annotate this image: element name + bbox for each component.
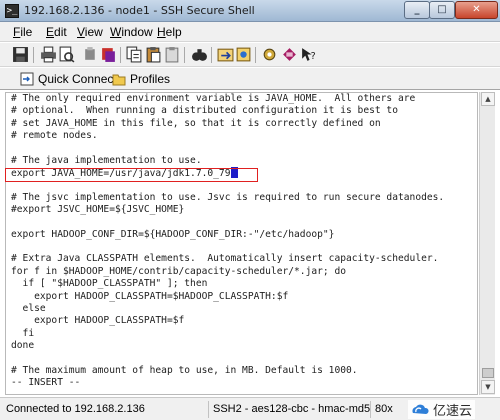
watermark: 亿速云	[408, 400, 476, 419]
connection-status: Connected to 192.168.2.136	[6, 403, 145, 415]
terminal-size-status: 80x	[370, 401, 393, 418]
toolbar-separator	[211, 47, 212, 63]
toolbar-separator	[255, 47, 256, 63]
terminal-line: export HADOOP_CLASSPATH=$HADOOP_CLASSPAT…	[6, 291, 477, 303]
print-preview-icon[interactable]	[58, 46, 75, 63]
terminal-line: # The java implementation to use.	[6, 155, 477, 167]
terminal-line-text: fi	[11, 327, 35, 339]
terminal-line: fi	[6, 328, 477, 340]
terminal-line-text: export HADOOP_CLASSPATH=$f	[11, 315, 185, 327]
menu-window[interactable]: Window	[110, 25, 153, 39]
window-title: 192.168.2.136 - node1 - SSH Secure Shell	[24, 4, 255, 17]
maximize-button[interactable]: □	[429, 1, 455, 19]
terminal-line: # Extra Java CLASSPATH elements. Automat…	[6, 253, 477, 265]
terminal-line: # The maximum amount of heap to use, in …	[6, 365, 477, 377]
new-window-icon[interactable]	[235, 46, 252, 63]
toolbar-separator	[120, 47, 121, 63]
print-icon[interactable]	[40, 46, 57, 63]
terminal-line: -- INSERT --	[6, 377, 477, 389]
terminal-line-text: # The maximum amount of heap to use, in …	[11, 364, 358, 376]
minimize-button[interactable]: _	[404, 1, 430, 19]
menu-help[interactable]: Help	[157, 25, 182, 39]
svg-text:?: ?	[311, 51, 316, 62]
toolbar-separator	[33, 47, 34, 63]
terminal-line-text: # Extra Java CLASSPATH elements. Automat…	[11, 253, 439, 265]
terminal-line-text: -- INSERT --	[11, 376, 81, 388]
terminal-line: export HADOOP_CONF_DIR=${HADOOP_CONF_DIR…	[6, 229, 477, 241]
terminal-line-text: # The only required environment variable…	[11, 93, 416, 104]
cloud-logo-icon	[412, 404, 429, 414]
vertical-scrollbar[interactable]: ▲ ▼	[479, 92, 495, 395]
terminal-line: # The jsvc implementation to use. Jsvc i…	[6, 192, 477, 204]
terminal-line: # remote nodes.	[6, 130, 477, 142]
folder-icon	[112, 74, 126, 86]
terminal-line-text: export HADOOP_CLASSPATH=$HADOOP_CLASSPAT…	[11, 290, 289, 302]
terminal-line-text: #export JSVC_HOME=${JSVC_HOME}	[11, 204, 185, 216]
scroll-up-arrow[interactable]: ▲	[481, 92, 495, 106]
terminal-area[interactable]: # The only required environment variable…	[5, 92, 478, 395]
title-bar[interactable]: >_ 192.168.2.136 - node1 - SSH Secure Sh…	[0, 0, 500, 22]
toolbar: ?	[0, 43, 500, 67]
find-icon[interactable]	[191, 46, 208, 63]
terminal-line-text: else	[11, 302, 46, 314]
terminal-line: export JAVA_HOME=/usr/java/jdk1.7.0_79	[6, 167, 477, 179]
file-transfer-icon[interactable]	[217, 46, 234, 63]
toolbar-separator	[184, 47, 185, 63]
terminal-line-text: if [ "$HADOOP_CLASSPATH" ]; then	[11, 278, 208, 290]
quick-connect-button[interactable]: Quick Connect	[20, 70, 117, 88]
paste-alt-icon[interactable]	[164, 46, 181, 63]
terminal-line: # The only required environment variable…	[6, 93, 477, 105]
terminal-line-text: # The java implementation to use.	[11, 154, 202, 166]
terminal-line: done	[6, 340, 477, 352]
profiles-label: Profiles	[130, 72, 171, 86]
quick-connect-icon	[20, 72, 34, 86]
settings-icon[interactable]	[100, 46, 117, 63]
close-button[interactable]: ✕	[455, 1, 498, 19]
copy-icon[interactable]	[126, 46, 143, 63]
profiles-button[interactable]: Profiles	[112, 70, 170, 88]
terminal-line: for f in $HADOOP_HOME/contrib/capacity-s…	[6, 266, 477, 278]
help-icon[interactable]: ?	[300, 46, 317, 63]
scroll-down-arrow[interactable]: ▼	[481, 380, 495, 394]
terminal-line-text: export JAVA_HOME=/usr/java/jdk1.7.0_79	[11, 168, 231, 180]
terminal-line: # optional. When running a distributed c…	[6, 105, 477, 117]
ssh-terminal-icon: >_	[5, 4, 19, 18]
terminal-line-text: # remote nodes.	[11, 130, 98, 142]
paste-icon[interactable]	[145, 46, 162, 63]
terminal-line-text: export HADOOP_CONF_DIR=${HADOOP_CONF_DIR…	[11, 228, 335, 240]
terminal-line: if [ "$HADOOP_CLASSPATH" ]; then	[6, 278, 477, 290]
terminal-line-text: # set JAVA_HOME in this file, so that it…	[11, 117, 381, 129]
menu-file[interactable]: File	[13, 25, 32, 39]
disconnect-icon[interactable]	[82, 46, 99, 63]
scroll-thumb[interactable]	[482, 368, 494, 378]
terminal-line-text: for f in $HADOOP_HOME/contrib/capacity-s…	[11, 265, 347, 277]
terminal-line: #export JSVC_HOME=${JSVC_HOME}	[6, 204, 477, 216]
protocol-status: SSH2 - aes128-cbc - hmac-md5	[208, 401, 370, 418]
menu-view[interactable]: View	[77, 25, 103, 39]
menu-bar: File Edit View Window Help	[0, 22, 500, 42]
watermark-text: 亿速云	[433, 404, 473, 419]
terminal-line: else	[6, 303, 477, 315]
save-icon[interactable]	[12, 46, 29, 63]
terminal-line: export HADOOP_CLASSPATH=$f	[6, 315, 477, 327]
profiles-icon[interactable]	[281, 46, 298, 63]
settings-gear-icon[interactable]	[261, 46, 278, 63]
quick-connect-bar: Quick Connect Profiles	[0, 68, 500, 90]
menu-edit[interactable]: Edit	[46, 25, 67, 39]
text-cursor	[230, 167, 238, 179]
terminal-line-text: # The jsvc implementation to use. Jsvc i…	[11, 191, 445, 203]
quick-connect-label: Quick Connect	[38, 72, 117, 86]
terminal-line-text: done	[11, 339, 35, 351]
terminal-line: # set JAVA_HOME in this file, so that it…	[6, 118, 477, 130]
terminal-line-text: # optional. When running a distributed c…	[11, 105, 398, 117]
